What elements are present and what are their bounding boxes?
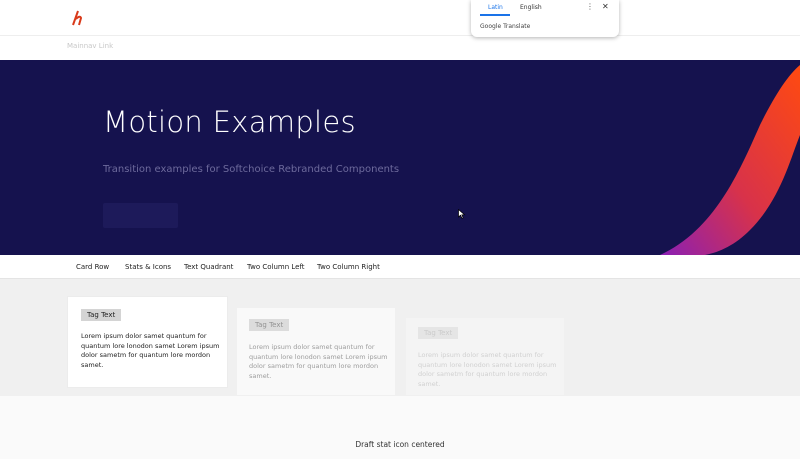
card-row-section: Tag Text Lorem ipsum dolor samet quantum… (0, 279, 800, 396)
card-text: Lorem ipsum dolor samet quantum for quant… (418, 351, 557, 388)
softchoice-logo-icon[interactable] (72, 10, 86, 26)
card-text: Lorem ipsum dolor samet quantum for quant… (249, 343, 388, 380)
card-tag: Tag Text (418, 327, 459, 339)
source-language-tab[interactable]: Latin (488, 4, 503, 11)
close-icon[interactable]: ✕ (602, 2, 609, 11)
tab-two-column-right[interactable]: Two Column Right (317, 263, 380, 271)
mouse-cursor-icon (458, 209, 466, 219)
hero-cta-button[interactable] (103, 203, 178, 228)
google-translate-brand: Google Translate (480, 23, 531, 30)
card-tag: Tag Text (81, 309, 122, 321)
google-translate-popup: Latin English Google Translate ⋮ ✕ (471, 0, 619, 37)
stats-section: Draft stat icon centered (0, 396, 800, 459)
tab-two-column-left[interactable]: Two Column Left (247, 263, 305, 271)
mainnav-link[interactable]: Mainnav Link (67, 42, 113, 50)
hero-subtitle: Transition examples for Softchoice Rebra… (103, 164, 400, 175)
top-header (0, 0, 800, 36)
card-tag: Tag Text (249, 319, 290, 331)
hero-ribbon-graphic (660, 65, 800, 255)
card: Tag Text Lorem ipsum dolor samet quantum… (67, 296, 228, 388)
active-tab-indicator (480, 14, 510, 16)
more-vert-icon[interactable]: ⋮ (586, 2, 594, 11)
card: Tag Text Lorem ipsum dolor samet quantum… (405, 317, 565, 396)
main-nav: Mainnav Link (0, 36, 800, 60)
tab-stats-icons[interactable]: Stats & Icons (125, 263, 171, 271)
tab-text-quadrant[interactable]: Text Quadrant (184, 263, 233, 271)
hero-title: Motion Examples (103, 105, 356, 139)
hero-banner: Motion Examples Transition examples for … (0, 60, 800, 255)
target-language-tab[interactable]: English (520, 4, 542, 11)
section-tabs: Card Row Stats & Icons Text Quadrant Two… (0, 255, 800, 279)
card-text: Lorem ipsum dolor samet quantum for quant… (81, 332, 220, 369)
section-caption: Draft stat icon centered (355, 440, 445, 449)
card: Tag Text Lorem ipsum dolor samet quantum… (236, 307, 396, 396)
tab-card-row[interactable]: Card Row (76, 263, 109, 271)
